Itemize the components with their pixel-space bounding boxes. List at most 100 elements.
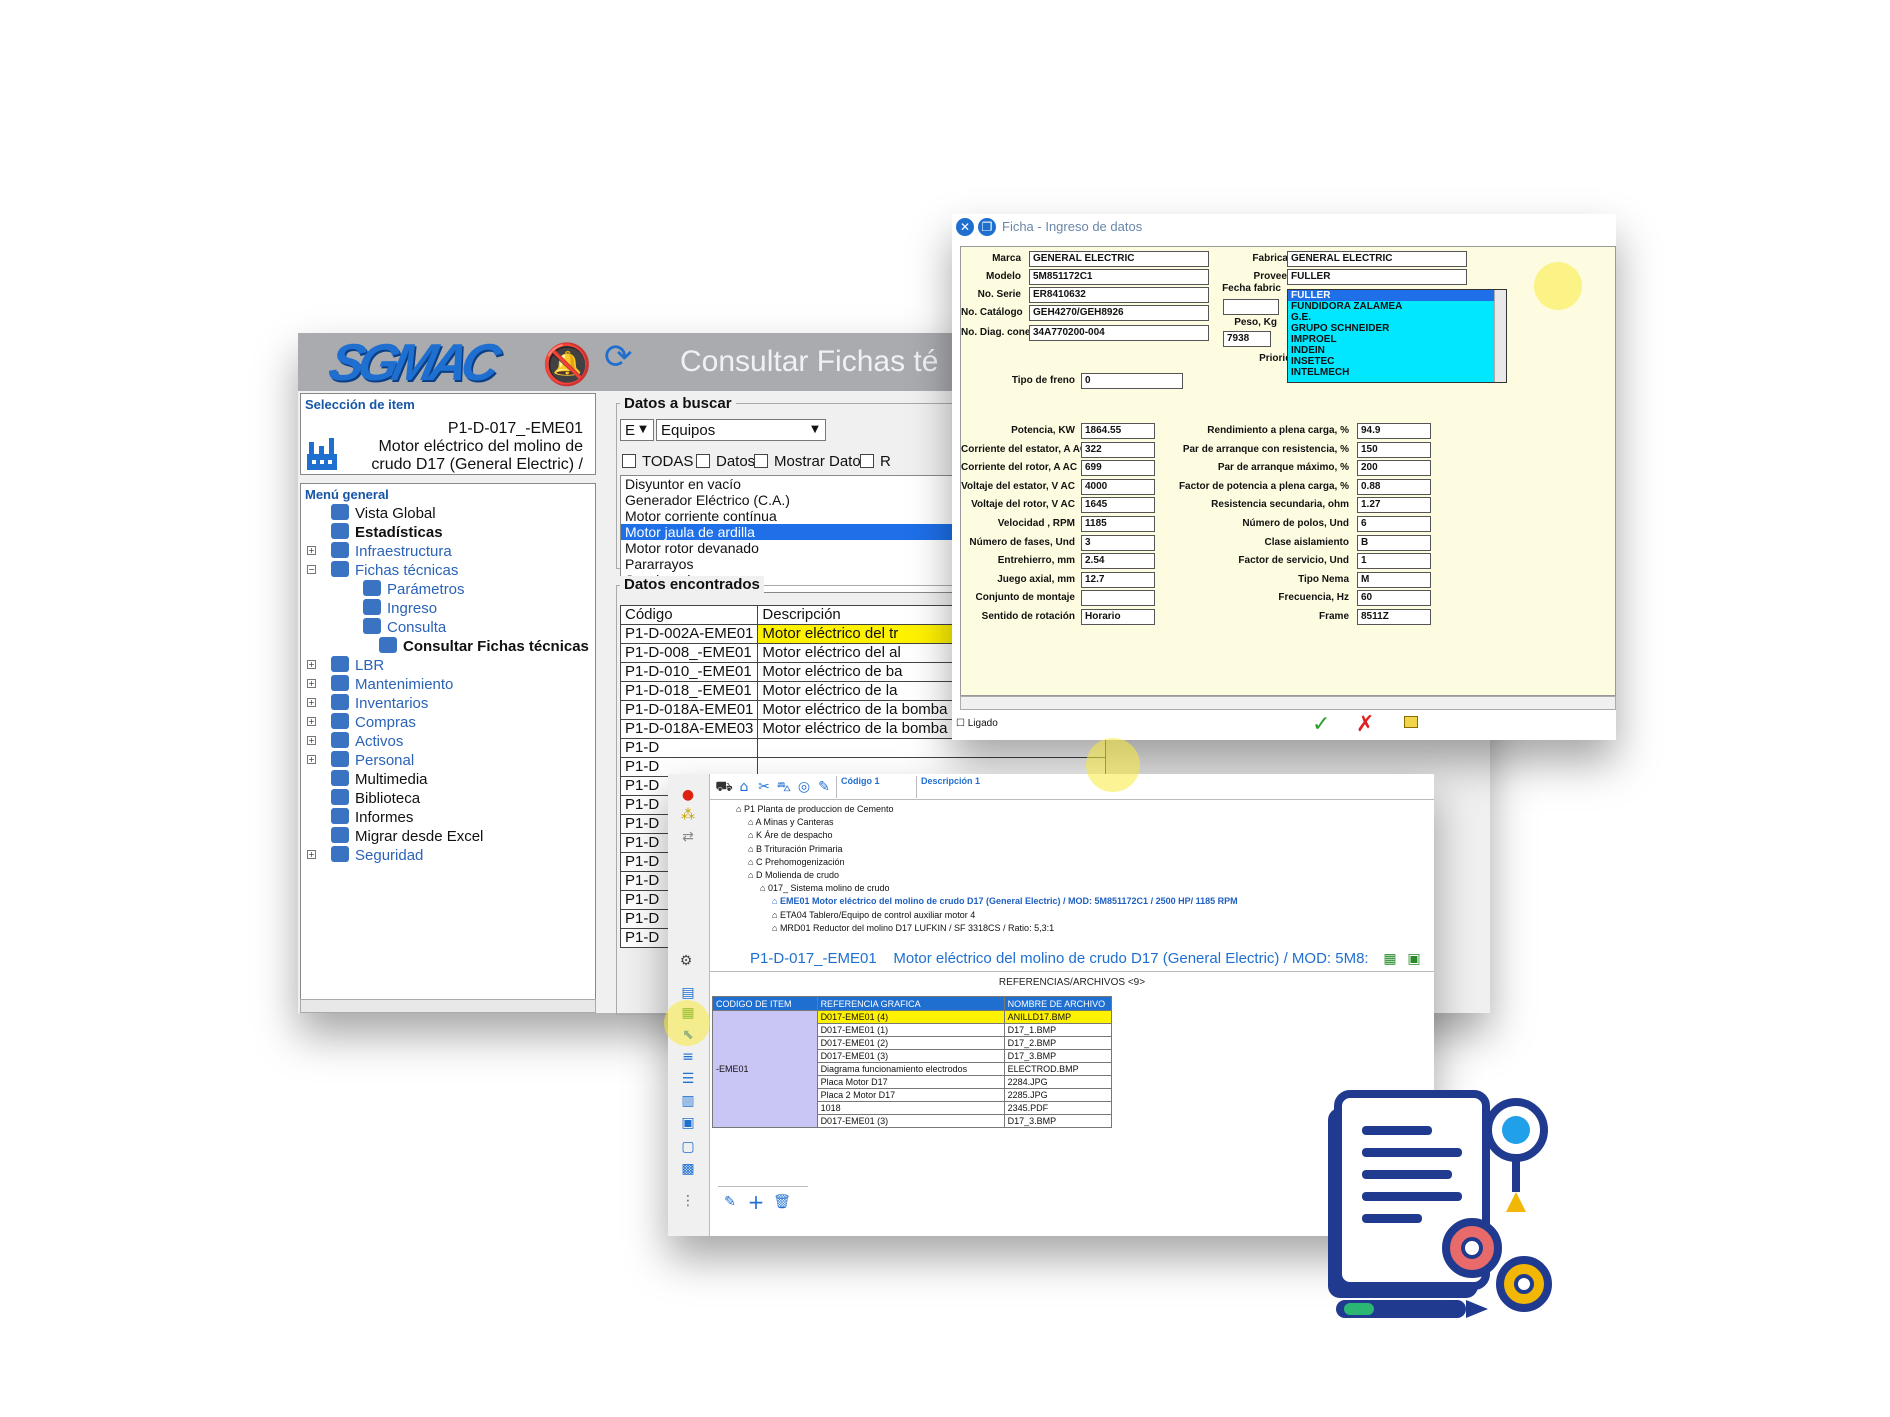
menu-item[interactable]: Personal: [331, 751, 414, 769]
menu-item[interactable]: Inventarios: [331, 694, 428, 712]
checklist-icon[interactable]: ☰: [676, 1068, 700, 1090]
cancel-icon[interactable]: ✗: [1356, 712, 1374, 737]
menu-item[interactable]: Informes: [331, 808, 413, 826]
ficha-field-input[interactable]: 699: [1081, 460, 1155, 477]
ficha-field-input[interactable]: FULLER: [1287, 269, 1467, 285]
ficha-field-input[interactable]: GENERAL ELECTRIC: [1029, 251, 1209, 267]
col-codigo-header[interactable]: Código 1: [836, 776, 916, 798]
tree-node[interactable]: ⌂ ETA04 Tablero/Equipo de control auxili…: [772, 910, 975, 920]
menu-item[interactable]: LBR: [331, 656, 384, 674]
fecha-input[interactable]: [1223, 299, 1279, 315]
ficha-field-input[interactable]: 12.7: [1081, 571, 1155, 588]
category-selector[interactable]: Equipos ▼: [656, 419, 826, 441]
dropdown-option[interactable]: G.E.: [1288, 312, 1506, 323]
ficha-field-input[interactable]: GEH4270/GEH8926: [1029, 305, 1209, 321]
form-scrollbar[interactable]: [960, 696, 1616, 710]
menu-item[interactable]: Compras: [331, 713, 416, 731]
expand-toggle[interactable]: +: [307, 546, 316, 555]
menu-item[interactable]: Fichas técnicas: [331, 561, 458, 579]
expand-toggle[interactable]: +: [307, 850, 316, 859]
mostrar-datos-checkbox[interactable]: Mostrar Datos: [754, 453, 868, 470]
tree-node[interactable]: ⌂ K Áre de despacho: [748, 830, 833, 840]
menu-item[interactable]: Migrar desde Excel: [331, 827, 483, 845]
menu-item[interactable]: Biblioteca: [331, 789, 420, 807]
dropdown-option[interactable]: GRUPO SCHNEIDER: [1288, 323, 1506, 334]
dropdown-scrollbar[interactable]: [1494, 290, 1506, 382]
ref-column-header[interactable]: CODIGO DE ITEM: [712, 996, 818, 1011]
ficha-field-input[interactable]: M: [1357, 571, 1431, 588]
tree-node[interactable]: ⌂ P1 Planta de produccion de Cemento: [736, 804, 894, 814]
menu-item[interactable]: Mantenimiento: [331, 675, 453, 693]
expand-toggle[interactable]: +: [307, 755, 316, 764]
dropdown-option[interactable]: IMPROEL: [1288, 334, 1506, 345]
ficha-field-input[interactable]: ER8410632: [1029, 287, 1209, 303]
map-pin-icon[interactable]: ●: [676, 784, 700, 806]
close-icon[interactable]: ✕: [956, 218, 974, 236]
menu-item[interactable]: Consulta: [363, 618, 446, 636]
expand-toggle[interactable]: +: [307, 698, 316, 707]
type-selector[interactable]: E ▼: [620, 419, 654, 441]
edit-icon[interactable]: [1404, 716, 1418, 728]
ficha-field-input[interactable]: 34A770200-004: [1029, 325, 1209, 341]
dropdown-option[interactable]: INDEIN: [1288, 345, 1506, 356]
dropdown-option[interactable]: INSETEC: [1288, 356, 1506, 367]
ficha-field-input[interactable]: GENERAL ELECTRIC: [1287, 251, 1467, 267]
ficha-field-input[interactable]: Horario: [1081, 609, 1155, 625]
tree-expand-icon[interactable]: ⋮: [676, 1190, 700, 1212]
tree-node[interactable]: ⌂ D Molienda de crudo: [748, 870, 839, 880]
add-icon[interactable]: +: [744, 1191, 768, 1213]
box-icon[interactable]: ▣: [676, 1112, 700, 1134]
tree-node[interactable]: ⌂ B Trituración Primaria: [748, 844, 842, 854]
ligado-checkbox[interactable]: ☐ Ligado: [956, 718, 998, 729]
r-checkbox[interactable]: R: [860, 453, 891, 470]
ficha-field-input[interactable]: B: [1357, 534, 1431, 551]
group-icon[interactable]: ⁂: [676, 804, 700, 826]
export-icon[interactable]: ▣: [1402, 948, 1426, 970]
ficha-field-input[interactable]: 0.88: [1357, 478, 1431, 495]
menu-item[interactable]: Estadísticas: [331, 523, 443, 541]
expand-toggle[interactable]: +: [307, 679, 316, 688]
proveedor-dropdown[interactable]: FULLER FUNDIDORA ZALAMEA G.E. GRUPO SCHNEID…: [1287, 289, 1507, 383]
ficha-field-input[interactable]: 4000: [1081, 478, 1155, 495]
expand-toggle[interactable]: +: [307, 736, 316, 745]
ficha-field-input[interactable]: 200: [1357, 460, 1431, 477]
col-descripcion-header[interactable]: Descripción 1: [916, 776, 996, 798]
link-icon[interactable]: ⇄: [676, 826, 700, 848]
list-item[interactable]: Motor rotor devanado: [621, 540, 955, 556]
expand-toggle[interactable]: +: [307, 660, 316, 669]
wand-icon[interactable]: ✎: [812, 776, 836, 798]
ficha-field-input[interactable]: 1185: [1081, 516, 1155, 532]
left-panel-scrollbar[interactable]: [300, 999, 596, 1013]
menu-item[interactable]: Consultar Fichas técnicas: [379, 637, 589, 655]
restore-icon[interactable]: ❐: [978, 218, 996, 236]
tree-node[interactable]: ⌂ A Minas y Canteras: [748, 817, 834, 827]
tree-node[interactable]: ⌂ EME01 Motor eléctrico del molino de cr…: [772, 896, 1238, 906]
ficha-field-input[interactable]: 2.54: [1081, 553, 1155, 570]
menu-item[interactable]: Parámetros: [363, 580, 465, 598]
ficha-field-input[interactable]: 6: [1357, 516, 1431, 532]
menu-item[interactable]: Multimedia: [331, 770, 428, 788]
tree-node[interactable]: ⌂ MRD01 Reductor del molino D17 LUFKIN /…: [772, 923, 1054, 933]
datos-checkbox[interactable]: Datos: [696, 453, 755, 470]
document-icon[interactable]: ▢: [676, 1136, 700, 1158]
dropdown-option[interactable]: FULLER: [1288, 290, 1506, 301]
ficha-field-input[interactable]: 1864.55: [1081, 423, 1155, 439]
list-item[interactable]: Pararrayos: [621, 556, 955, 572]
list-icon[interactable]: ≡: [676, 1046, 700, 1068]
bell-off-icon[interactable]: 🔕: [542, 341, 592, 388]
ficha-field-input[interactable]: 150: [1357, 441, 1431, 458]
ficha-field-input[interactable]: 1.27: [1357, 497, 1431, 514]
trash-icon[interactable]: 🗑: [770, 1191, 794, 1213]
menu-item[interactable]: Ingreso: [363, 599, 437, 617]
accept-icon[interactable]: ✓: [1312, 712, 1330, 737]
peso-input[interactable]: 7938: [1223, 331, 1271, 347]
menu-item[interactable]: Infraestructura: [331, 542, 452, 560]
list-item[interactable]: Motor corriente contínua: [621, 508, 955, 524]
dropdown-option[interactable]: INTELMECH: [1288, 367, 1506, 378]
menu-item[interactable]: Vista Global: [331, 504, 436, 522]
tree-node[interactable]: ⌂ C Prehomogenización: [748, 857, 845, 867]
ficha-field-input[interactable]: 94.9: [1357, 423, 1431, 439]
ficha-field-input[interactable]: 1: [1357, 553, 1431, 570]
menu-item[interactable]: Seguridad: [331, 846, 423, 864]
table-row[interactable]: -EME01 D017-EME01 (4) ANILLD17.BMP: [712, 1010, 1113, 1128]
